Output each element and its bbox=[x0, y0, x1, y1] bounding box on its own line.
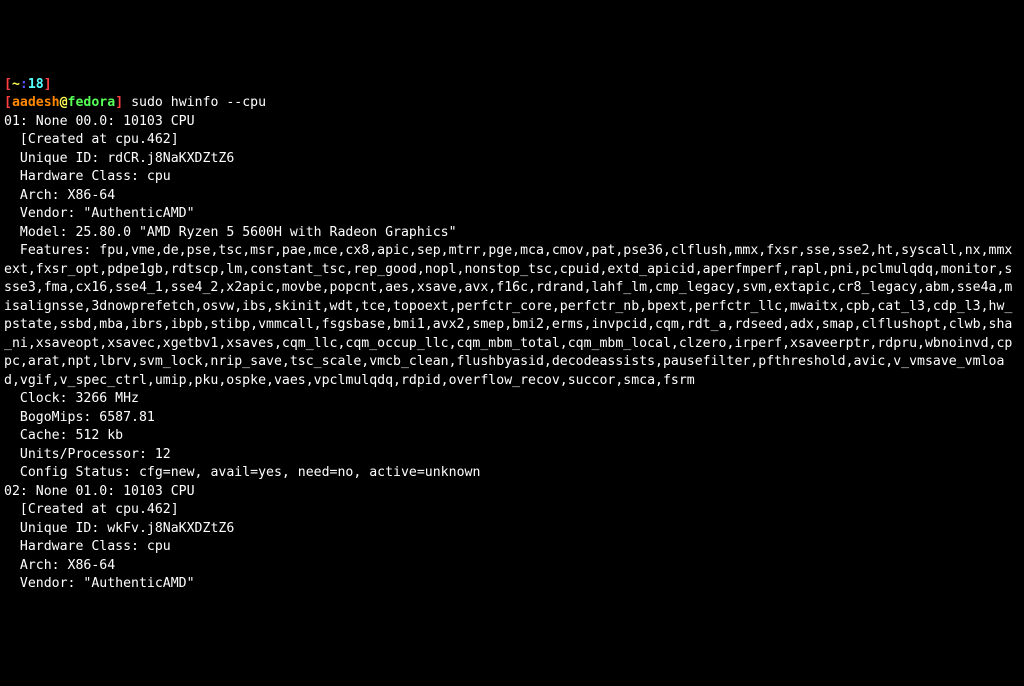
ps1-line-1: [~:18] bbox=[4, 76, 1020, 94]
output-line: Hardware Class: cpu bbox=[4, 538, 1020, 556]
terminal[interactable]: [~:18][aadesh@fedora] sudo hwinfo --cpu0… bbox=[4, 76, 1020, 594]
output-line: Unique ID: rdCR.j8NaKXDZtZ6 bbox=[4, 150, 1020, 168]
output-line: Hardware Class: cpu bbox=[4, 168, 1020, 186]
ps1-dollar bbox=[123, 95, 131, 110]
ps1-host: fedora bbox=[68, 95, 116, 110]
ps1-open: [ bbox=[4, 77, 12, 92]
output-line: Clock: 3266 MHz bbox=[4, 390, 1020, 408]
output-line: Arch: X86-64 bbox=[4, 187, 1020, 205]
output-line: Arch: X86-64 bbox=[4, 557, 1020, 575]
ps1-at: @ bbox=[60, 95, 68, 110]
ps1-user: aadesh bbox=[12, 95, 60, 110]
output-line: Unique ID: wkFv.j8NaKXDZtZ6 bbox=[4, 520, 1020, 538]
output-line: [Created at cpu.462] bbox=[4, 501, 1020, 519]
ps1-close: ] bbox=[44, 77, 52, 92]
ps1-jobnum: 18 bbox=[28, 77, 44, 92]
output-line: 01: None 00.0: 10103 CPU bbox=[4, 113, 1020, 131]
ps1-tilde: ~ bbox=[12, 77, 20, 92]
output-line: Features: fpu,vme,de,pse,tsc,msr,pae,mce… bbox=[4, 242, 1020, 390]
output-line: 02: None 01.0: 10103 CPU bbox=[4, 483, 1020, 501]
output-line: BogoMips: 6587.81 bbox=[4, 409, 1020, 427]
output-line: [Created at cpu.462] bbox=[4, 131, 1020, 149]
output-line: Cache: 512 kb bbox=[4, 427, 1020, 445]
ps1-open2: [ bbox=[4, 95, 12, 110]
output-line: Vendor: "AuthenticAMD" bbox=[4, 575, 1020, 593]
output-line: Model: 25.80.0 "AMD Ryzen 5 5600H with R… bbox=[4, 224, 1020, 242]
output-line: Config Status: cfg=new, avail=yes, need=… bbox=[4, 464, 1020, 482]
ps1-line-2: [aadesh@fedora] sudo hwinfo --cpu bbox=[4, 94, 1020, 112]
ps1-colon: : bbox=[20, 77, 28, 92]
output-line: Vendor: "AuthenticAMD" bbox=[4, 205, 1020, 223]
command-text: sudo hwinfo --cpu bbox=[131, 95, 266, 110]
output-line: Units/Processor: 12 bbox=[4, 446, 1020, 464]
ps1-close2: ] bbox=[115, 95, 123, 110]
